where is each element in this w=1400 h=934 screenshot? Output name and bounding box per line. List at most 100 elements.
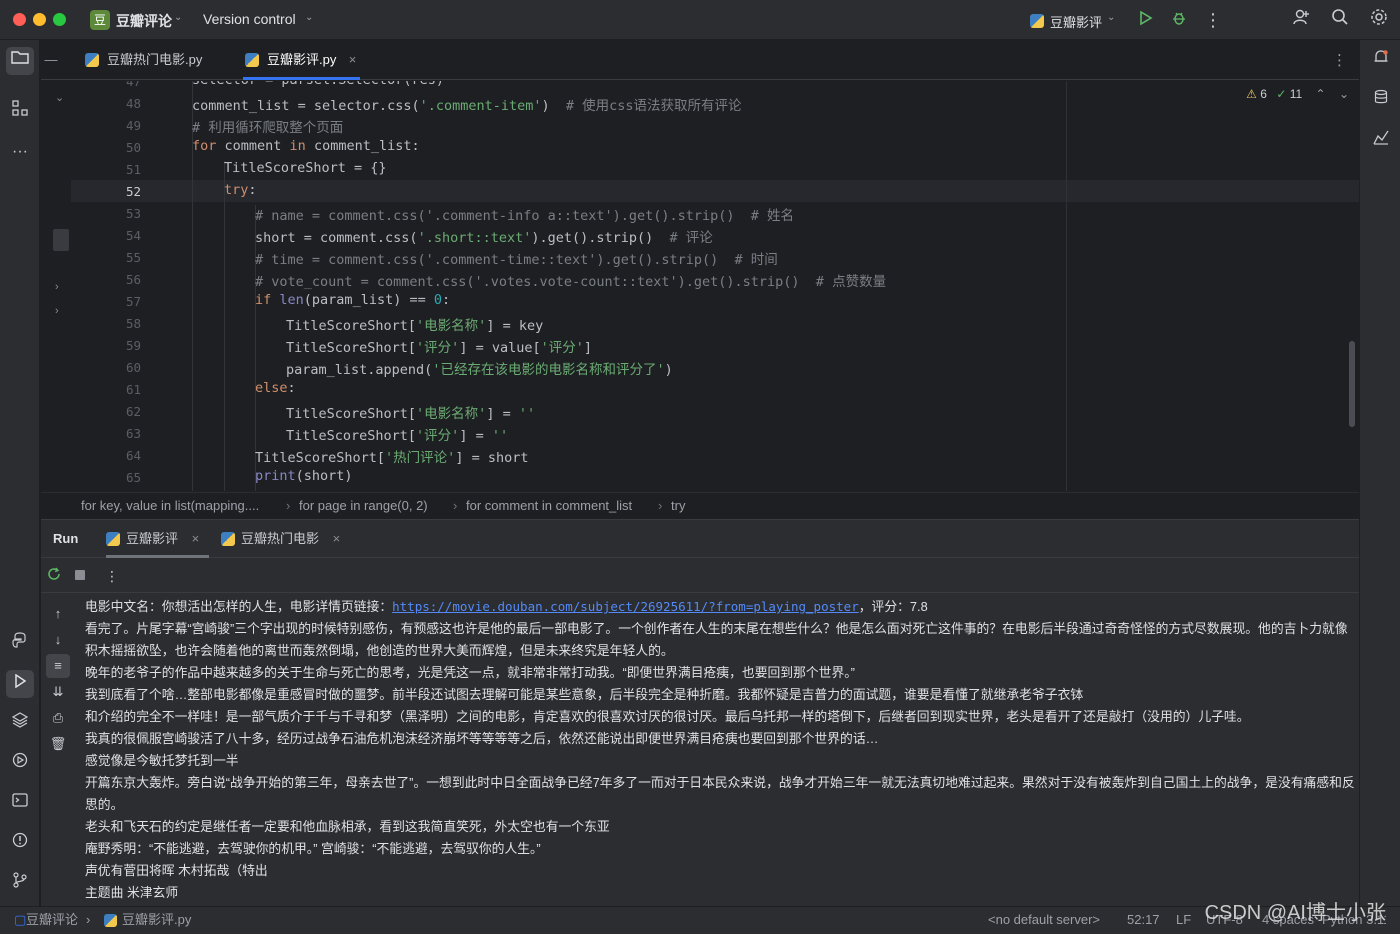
fold-marker[interactable] [53,229,69,251]
left-tool-strip: ··· [0,40,40,906]
services-icon[interactable] [6,750,34,778]
chevron-down-icon[interactable]: ⌄ [1339,87,1349,101]
project-selector[interactable]: 豆瓣评论 [116,11,172,31]
rerun-icon[interactable] [43,565,65,587]
more-options-icon[interactable]: ⋮ [101,565,123,587]
console-line: 和介绍的完全不一样哇！是一部气质介于千与千寻和梦（黑泽明）之间的电影，肯定喜欢的… [85,709,1250,724]
scientific-mode-icon[interactable] [1367,127,1395,155]
console-line: 我到底看了个啥…整部电影都像是重感冒时做的噩梦。前半段还试图去理解可能是某些意象… [85,687,1084,702]
console-output[interactable]: 电影中文名：你想活出怎样的人生，电影详情页链接：https://movie.do… [85,596,1355,907]
tab-douban-reviews[interactable]: 豆瓣影评.py × [243,40,361,80]
debug-icon[interactable] [1167,8,1191,32]
line-number: 55 [125,250,141,265]
breadcrumb-item[interactable]: for key, value in list(mapping.... [81,493,259,519]
editor-tabs-bar: — 豆瓣热门电影.py 豆瓣影评.py × ⋮ [41,40,1359,80]
scroll-to-end-icon[interactable]: ⇊ [46,680,70,704]
line-number: 57 [125,294,141,309]
code-line: # name = comment.css('.comment-info a::t… [255,208,795,224]
fold-chevron-icon[interactable]: ⌄ [55,91,64,104]
breadcrumb-item[interactable]: try [671,493,685,519]
inspection-widget[interactable]: ⚠ 6 ✓ 11 ⌃ ⌄ [1246,87,1349,101]
console-line: 庵野秀明：“不能逃避，去驾驶你的机甲。” 宫崎骏：“不能逃避，去驾驭你的人生。” [85,841,541,856]
notifications-bell-icon[interactable] [1367,47,1395,75]
line-number: 52 [125,184,141,199]
code-line: selector = parsel.Selector(res) [192,81,444,88]
vcs-selector[interactable]: Version control [203,11,296,27]
code-editor[interactable]: ⌄ › › 47 48 49 50 51 52 53 54 55 56 57 58 59 60 61 62 63… [41,81,1359,491]
search-icon[interactable] [1328,8,1352,32]
console-line: 电影中文名：你想活出怎样的人生，电影详情页链接：https://movie.do… [85,599,928,614]
python-icon [1030,14,1044,28]
run-tab-douban-reviews[interactable]: 豆瓣影评 × [106,520,210,558]
run-config-selector[interactable]: 豆瓣影评 [1050,12,1102,31]
chevron-right-icon: › [453,498,458,513]
code-line: TitleScoreShort['电影名称'] = key [286,318,544,334]
line-number: 65 [125,470,141,485]
close-window-button[interactable] [13,13,26,26]
console-line: 声优有菅田将晖 木村拓哉（特出 [85,863,268,878]
maximize-window-button[interactable] [53,13,66,26]
run-tool-icon[interactable] [6,670,34,698]
status-server[interactable]: <no default server> [988,907,1100,933]
close-tab-icon[interactable]: × [349,40,357,80]
tab-actions-icon[interactable]: ⋮ [1332,51,1347,69]
status-caret-position[interactable]: 52:17 [1127,907,1160,933]
git-branch-icon[interactable] [6,870,34,898]
line-number: 49 [125,118,141,133]
module-icon: ▢ [14,912,27,927]
code-line: comment_list = selector.css('.comment-it… [192,98,742,114]
code-line: TitleScoreShort['电影名称'] = '' [286,406,536,422]
settings-gear-icon[interactable] [1367,8,1391,32]
trash-icon[interactable]: 🗑 [46,732,70,756]
status-project[interactable]: 豆瓣评论 [26,907,78,933]
python-file-icon [104,914,117,927]
code-line: TitleScoreShort['热门评论'] = short [255,450,529,466]
breadcrumb: for key, value in list(mapping.... › for… [41,492,1359,518]
tab-douban-hot-movies[interactable]: 豆瓣热门电影.py [83,40,202,80]
arrow-up-icon[interactable]: ↑ [46,602,70,626]
editor-scrollbar[interactable] [1349,341,1355,427]
run-panel: Run 豆瓣影评 × 豆瓣热门电影 × ⋮ ↑ ↓ ≡ ⇊ ⎙ 🗑 电影中文名：… [41,519,1359,906]
line-number: 62 [125,404,141,419]
breadcrumb-item[interactable]: for page in range(0, 2) [299,493,428,519]
add-user-icon[interactable] [1289,8,1313,32]
layers-icon[interactable] [6,710,34,738]
structure-icon[interactable] [6,98,34,126]
problems-icon[interactable] [6,830,34,858]
fold-chevron-icon[interactable]: › [55,281,59,293]
more-actions-icon[interactable]: ⋮ [1201,8,1225,32]
console-line: 老头和飞天石的约定是继任者一定要和他血脉相承，看到这我简直笑死，外太空也有一个东… [85,819,610,834]
console-line: 主题曲 米津玄师 [85,885,179,900]
run-tab-douban-hot-movies[interactable]: 豆瓣热门电影 × [221,520,340,558]
code-line: # time = comment.css('.comment-time::tex… [255,252,778,268]
warning-icon: ⚠ [1246,87,1257,101]
status-file[interactable]: 豆瓣影评.py [122,907,191,933]
csdn-watermark: CSDN @AI博士小张 [1204,902,1386,924]
print-icon[interactable]: ⎙ [46,706,70,730]
status-line-separator[interactable]: LF [1176,907,1191,933]
run-panel-title: Run [53,531,79,546]
collapse-icon[interactable]: — [43,52,59,68]
chevron-right-icon: › [86,912,91,927]
close-tab-icon[interactable]: × [192,531,200,546]
project-badge[interactable]: 豆 [90,10,110,30]
database-icon[interactable] [1367,87,1395,115]
python-packages-icon[interactable] [6,630,34,658]
arrow-down-icon[interactable]: ↓ [46,628,70,652]
minimize-window-button[interactable] [33,13,46,26]
more-tools-icon[interactable]: ··· [6,138,34,166]
line-number: 63 [125,426,141,441]
chevron-down-icon: ⌄ [1107,12,1116,23]
soft-wrap-icon[interactable]: ≡ [46,654,70,678]
stop-icon[interactable] [69,565,91,587]
run-icon[interactable] [1133,8,1157,32]
project-folder-icon[interactable] [6,47,34,75]
breadcrumb-item[interactable]: for comment in comment_list [466,493,632,519]
code-line: TitleScoreShort['评分'] = value['评分'] [286,340,592,356]
fold-chevron-icon[interactable]: › [55,305,59,317]
movie-link[interactable]: https://movie.douban.com/subject/2692561… [392,599,859,614]
chevron-down-icon: ⌄ [305,12,314,23]
chevron-up-icon[interactable]: ⌃ [1316,87,1326,101]
terminal-icon[interactable] [6,790,34,818]
close-tab-icon[interactable]: × [333,531,341,546]
